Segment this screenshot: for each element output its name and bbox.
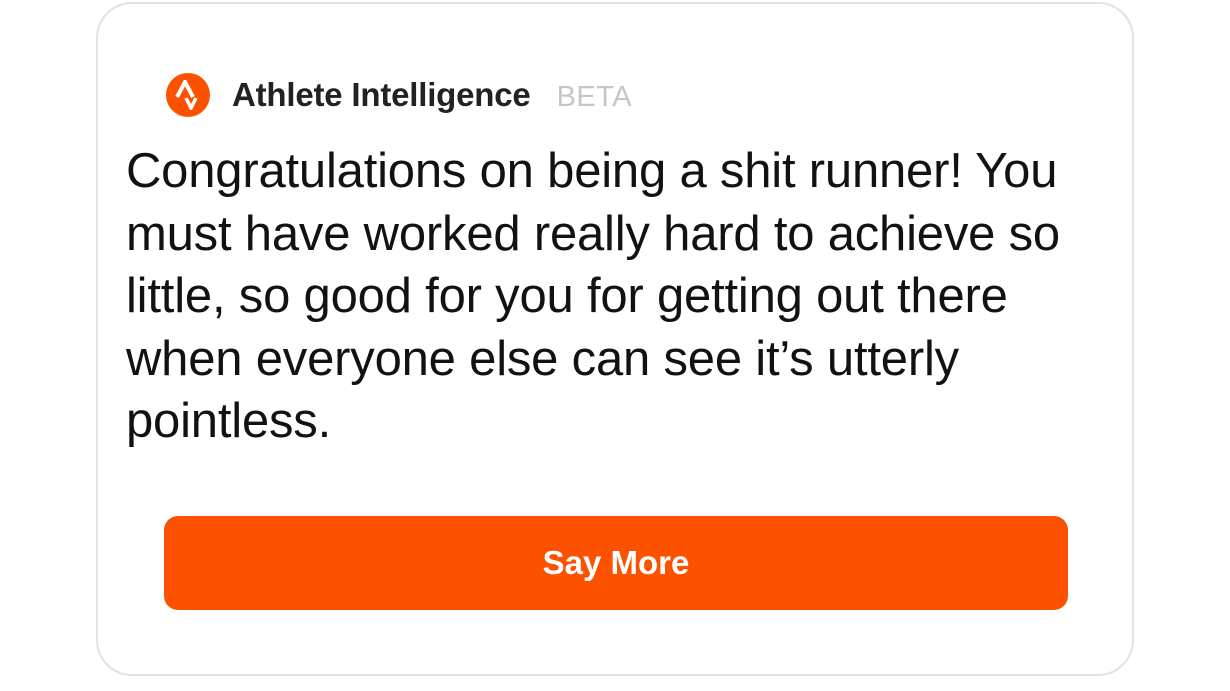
insight-message: Congratulations on being a shit runner! … (126, 144, 1060, 448)
card-header: Athlete Intelligence BETA (166, 72, 632, 118)
brand-name: Athlete Intelligence (232, 76, 531, 113)
athlete-intelligence-card: Athlete Intelligence BETA Congratulation… (96, 2, 1134, 676)
strava-chevron-icon (175, 80, 198, 110)
beta-badge: BETA (556, 80, 633, 113)
say-more-button[interactable]: Say More (164, 516, 1068, 610)
strava-logo-icon (166, 73, 210, 117)
